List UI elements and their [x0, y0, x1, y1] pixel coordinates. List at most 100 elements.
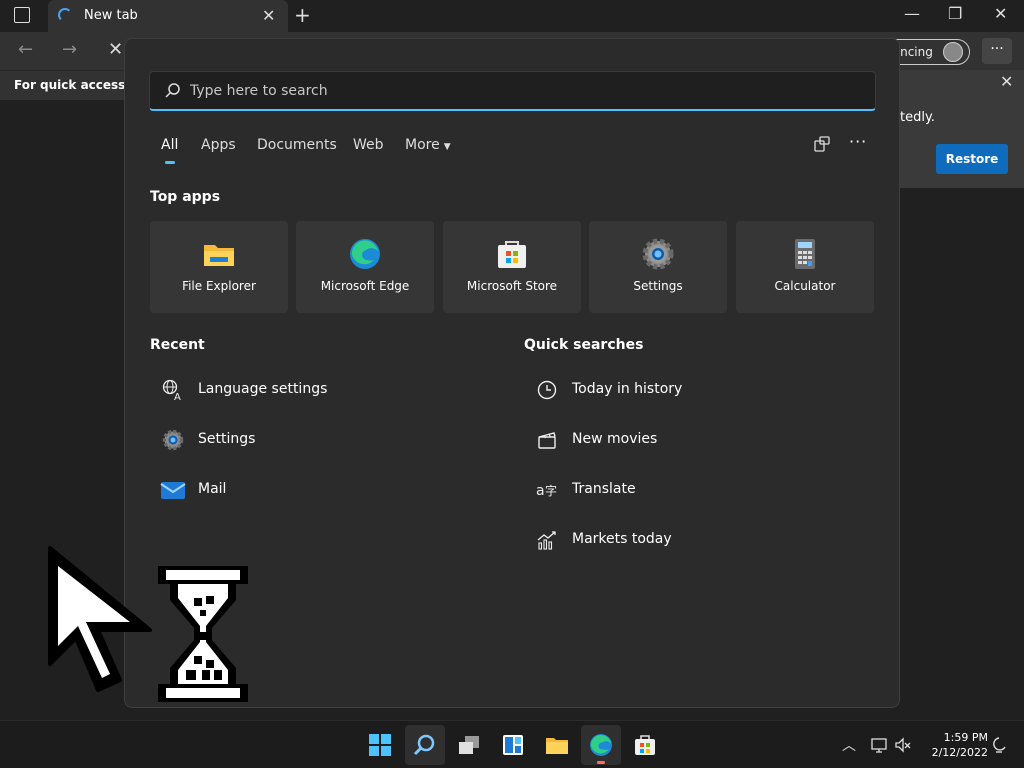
quick-search-today-in-history[interactable]: Today in history [524, 369, 854, 409]
top-apps-title: Top apps [150, 189, 221, 205]
app-name: Microsoft Store [466, 279, 558, 293]
search-icon [413, 734, 435, 756]
tab-web[interactable]: Web [353, 137, 384, 153]
restore-close-icon[interactable]: ✕ [1000, 72, 1013, 91]
tab-more-label: More [405, 137, 440, 153]
language-icon: A [162, 379, 181, 401]
windows-logo-icon [369, 734, 391, 756]
svg-text:a: a [536, 483, 545, 499]
list-item-label: Translate [572, 481, 636, 497]
restore-window-icon[interactable]: ❐ [948, 4, 962, 23]
app-name: Microsoft Edge [320, 279, 410, 293]
app-tile-calculator[interactable]: Calculator [736, 221, 874, 313]
recent-item-mail[interactable]: Mail [150, 469, 480, 509]
start-button[interactable] [360, 725, 400, 765]
app-name: File Explorer [182, 279, 256, 293]
list-item-label: Markets today [572, 531, 672, 547]
chevron-down-icon: ▼ [443, 142, 451, 152]
list-item-label: Language settings [198, 381, 328, 397]
calculator-icon [795, 239, 815, 269]
svg-text:字: 字 [545, 483, 557, 498]
edge-taskbar-button[interactable] [581, 725, 621, 765]
widgets-button[interactable] [493, 725, 533, 765]
tab-documents[interactable]: Documents [257, 137, 337, 153]
clapperboard-icon [538, 432, 556, 449]
task-view-icon [459, 736, 479, 754]
app-tile-microsoft-edge[interactable]: Microsoft Edge [296, 221, 434, 313]
clock-icon [537, 380, 557, 400]
restore-message: tedly. [900, 110, 935, 125]
file-explorer-taskbar-button[interactable] [537, 725, 577, 765]
gear-icon [162, 429, 184, 451]
svg-text:A: A [174, 392, 181, 401]
app-tile-settings[interactable]: Settings [589, 221, 727, 313]
store-icon [498, 241, 526, 268]
close-window-icon[interactable]: ✕ [994, 4, 1007, 23]
forward-icon[interactable]: → [62, 39, 77, 60]
show-hidden-icons-chevron-icon[interactable]: ︿ [842, 735, 856, 755]
tab-apps[interactable]: Apps [201, 137, 236, 153]
more-options-button[interactable]: ··· [849, 132, 867, 151]
clock-time: 1:59 PM [943, 731, 988, 744]
new-tab-icon[interactable]: + [294, 3, 311, 27]
clock[interactable]: 1:59 PM 2/12/2022 [920, 730, 988, 760]
recent-title: Recent [150, 337, 205, 353]
loading-spinner-icon [58, 8, 72, 22]
tab-close-icon[interactable]: ✕ [262, 6, 275, 25]
translate-icon: a 字 [536, 483, 557, 499]
tab-all[interactable]: All [161, 137, 178, 153]
edge-icon [590, 734, 612, 756]
widgets-icon [503, 735, 523, 755]
share-icon[interactable] [813, 135, 831, 153]
quick-searches-title: Quick searches [524, 337, 644, 353]
quick-search-translate[interactable]: a 字 Translate [524, 469, 854, 509]
network-icon[interactable] [870, 736, 888, 754]
browser-tab[interactable]: New tab ✕ [48, 0, 288, 32]
browser-menu-button[interactable]: ··· [982, 38, 1012, 64]
list-item-label: New movies [572, 431, 658, 447]
active-tab-indicator [165, 161, 175, 164]
app-tile-microsoft-store[interactable]: Microsoft Store [443, 221, 581, 313]
tab-title: New tab [84, 8, 138, 23]
folder-icon [546, 738, 568, 754]
folder-icon [204, 245, 234, 266]
taskbar-search-button[interactable] [405, 725, 445, 765]
restore-pages-panel: ✕ tedly. Restore [896, 70, 1024, 188]
mail-icon [160, 482, 186, 499]
app-tile-file-explorer[interactable]: File Explorer [150, 221, 288, 313]
app-name: Calculator [774, 279, 836, 293]
search-icon [165, 83, 180, 98]
avatar [943, 42, 963, 62]
search-box[interactable] [149, 71, 876, 111]
list-item-label: Settings [198, 431, 256, 447]
list-item-label: Today in history [572, 381, 683, 397]
recent-item-settings[interactable]: Settings [150, 419, 480, 459]
browser-tab-bar: New tab ✕ + — ❐ ✕ [0, 0, 1024, 32]
app-name: Settings [633, 279, 683, 293]
chart-icon [537, 531, 556, 550]
clock-date: 2/12/2022 [931, 746, 988, 759]
list-item-label: Mail [198, 481, 227, 497]
tab-more[interactable]: More ▼ [405, 137, 451, 153]
task-view-button[interactable] [449, 725, 489, 765]
stop-loading-icon[interactable]: ✕ [108, 39, 123, 60]
running-indicator [597, 761, 605, 764]
store-taskbar-button[interactable] [625, 725, 665, 765]
tab-actions-icon[interactable] [14, 7, 30, 23]
store-icon [635, 735, 655, 755]
restore-button[interactable]: Restore [936, 144, 1008, 174]
hourglass-icon [158, 566, 248, 702]
mouse-pointer-icon [48, 546, 152, 692]
edge-icon [350, 239, 380, 269]
search-input[interactable] [190, 80, 790, 102]
recent-item-language-settings[interactable]: A Language settings [150, 369, 480, 409]
desktop: New tab ✕ + — ❐ ✕ ← → ✕ yncing ··· For q… [0, 0, 1024, 768]
notifications-icon[interactable] [990, 736, 1008, 754]
minimize-icon[interactable]: — [904, 4, 920, 23]
taskbar: ︿ 1:59 PM 2/12/2022 [0, 720, 1024, 768]
gear-icon [642, 238, 674, 270]
quick-search-new-movies[interactable]: New movies [524, 419, 854, 459]
volume-muted-icon[interactable] [894, 736, 912, 754]
back-icon[interactable]: ← [18, 39, 33, 60]
quick-search-markets-today[interactable]: Markets today [524, 519, 854, 559]
